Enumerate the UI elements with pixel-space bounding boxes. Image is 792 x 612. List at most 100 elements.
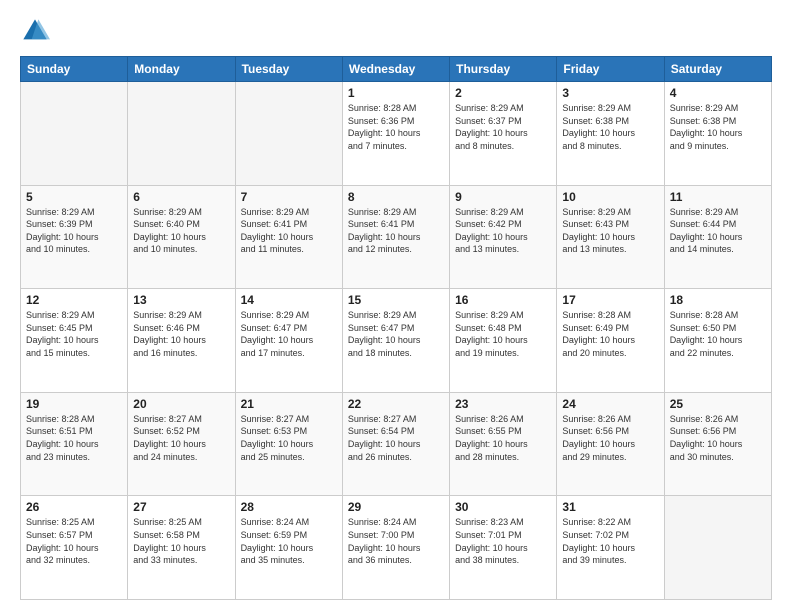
day-detail: Sunrise: 8:29 AM Sunset: 6:39 PM Dayligh… — [26, 206, 122, 256]
day-detail: Sunrise: 8:29 AM Sunset: 6:38 PM Dayligh… — [562, 102, 658, 152]
day-detail: Sunrise: 8:25 AM Sunset: 6:57 PM Dayligh… — [26, 516, 122, 566]
calendar-day-cell: 1 Sunrise: 8:28 AM Sunset: 6:36 PM Daylig… — [342, 82, 449, 186]
day-detail: Sunrise: 8:28 AM Sunset: 6:49 PM Dayligh… — [562, 309, 658, 359]
calendar-day-cell: 30Sunrise: 8:23 AM Sunset: 7:01 PM Dayli… — [450, 496, 557, 600]
day-number: 30 — [455, 500, 551, 514]
day-number: 21 — [241, 397, 337, 411]
logo-icon — [20, 16, 50, 46]
day-detail: Sunrise: 8:28 AM Sunset: 6:36 PM Dayligh… — [348, 102, 444, 152]
day-number: 18 — [670, 293, 766, 307]
day-number: 24 — [562, 397, 658, 411]
calendar-day-cell: 31 Sunrise: 8:22 AM Sunset: 7:02 PM Dayli… — [557, 496, 664, 600]
calendar-day-cell: 15 Sunrise: 8:29 AM Sunset: 6:47 PM Dayli… — [342, 289, 449, 393]
calendar-week-row: 1 Sunrise: 8:28 AM Sunset: 6:36 PM Daylig… — [21, 82, 772, 186]
weekday-header-friday: Friday — [557, 57, 664, 82]
day-number: 4 — [670, 86, 766, 100]
calendar-day-cell: 14Sunrise: 8:29 AM Sunset: 6:47 PM Dayli… — [235, 289, 342, 393]
day-detail: Sunrise: 8:26 AM Sunset: 6:56 PM Dayligh… — [670, 413, 766, 463]
day-number: 25 — [670, 397, 766, 411]
day-number: 3 — [562, 86, 658, 100]
day-number: 1 — [348, 86, 444, 100]
calendar-day-cell: 29Sunrise: 8:24 AM Sunset: 7:00 PM Dayli… — [342, 496, 449, 600]
day-detail: Sunrise: 8:25 AM Sunset: 6:58 PM Dayligh… — [133, 516, 229, 566]
day-number: 22 — [348, 397, 444, 411]
day-detail: Sunrise: 8:22 AM Sunset: 7:02 PM Dayligh… — [562, 516, 658, 566]
calendar-week-row: 12 Sunrise: 8:29 AM Sunset: 6:45 PM Dayli… — [21, 289, 772, 393]
calendar-week-row: 5 Sunrise: 8:29 AM Sunset: 6:39 PM Daylig… — [21, 185, 772, 289]
day-number: 17 — [562, 293, 658, 307]
calendar-day-cell: 25 Sunrise: 8:26 AM Sunset: 6:56 PM Dayli… — [664, 392, 771, 496]
day-detail: Sunrise: 8:29 AM Sunset: 6:40 PM Dayligh… — [133, 206, 229, 256]
calendar-day-cell: 8 Sunrise: 8:29 AM Sunset: 6:41 PM Daylig… — [342, 185, 449, 289]
calendar-day-cell: 26 Sunrise: 8:25 AM Sunset: 6:57 PM Dayli… — [21, 496, 128, 600]
day-detail: Sunrise: 8:29 AM Sunset: 6:48 PM Dayligh… — [455, 309, 551, 359]
logo — [20, 16, 54, 46]
calendar-day-cell: 23 Sunrise: 8:26 AM Sunset: 6:55 PM Dayli… — [450, 392, 557, 496]
page: SundayMondayTuesdayWednesdayThursdayFrid… — [0, 0, 792, 612]
day-number: 23 — [455, 397, 551, 411]
day-number: 28 — [241, 500, 337, 514]
day-number: 31 — [562, 500, 658, 514]
day-detail: Sunrise: 8:27 AM Sunset: 6:52 PM Dayligh… — [133, 413, 229, 463]
day-detail: Sunrise: 8:29 AM Sunset: 6:44 PM Dayligh… — [670, 206, 766, 256]
day-detail: Sunrise: 8:26 AM Sunset: 6:55 PM Dayligh… — [455, 413, 551, 463]
day-detail: Sunrise: 8:29 AM Sunset: 6:45 PM Dayligh… — [26, 309, 122, 359]
calendar-day-cell — [128, 82, 235, 186]
day-detail: Sunrise: 8:29 AM Sunset: 6:47 PM Dayligh… — [348, 309, 444, 359]
day-number: 14 — [241, 293, 337, 307]
day-detail: Sunrise: 8:29 AM Sunset: 6:38 PM Dayligh… — [670, 102, 766, 152]
calendar-day-cell: 12 Sunrise: 8:29 AM Sunset: 6:45 PM Dayli… — [21, 289, 128, 393]
day-detail: Sunrise: 8:27 AM Sunset: 6:53 PM Dayligh… — [241, 413, 337, 463]
day-number: 9 — [455, 190, 551, 204]
calendar-day-cell: 5 Sunrise: 8:29 AM Sunset: 6:39 PM Daylig… — [21, 185, 128, 289]
weekday-header-monday: Monday — [128, 57, 235, 82]
calendar-day-cell: 3 Sunrise: 8:29 AM Sunset: 6:38 PM Daylig… — [557, 82, 664, 186]
calendar-day-cell: 6 Sunrise: 8:29 AM Sunset: 6:40 PM Daylig… — [128, 185, 235, 289]
day-detail: Sunrise: 8:29 AM Sunset: 6:37 PM Dayligh… — [455, 102, 551, 152]
day-number: 5 — [26, 190, 122, 204]
calendar-day-cell: 21 Sunrise: 8:27 AM Sunset: 6:53 PM Dayli… — [235, 392, 342, 496]
day-number: 13 — [133, 293, 229, 307]
weekday-header-saturday: Saturday — [664, 57, 771, 82]
calendar-day-cell: 11Sunrise: 8:29 AM Sunset: 6:44 PM Dayli… — [664, 185, 771, 289]
day-detail: Sunrise: 8:29 AM Sunset: 6:46 PM Dayligh… — [133, 309, 229, 359]
header — [20, 16, 772, 46]
calendar-day-cell: 9 Sunrise: 8:29 AM Sunset: 6:42 PM Daylig… — [450, 185, 557, 289]
day-number: 15 — [348, 293, 444, 307]
day-detail: Sunrise: 8:29 AM Sunset: 6:43 PM Dayligh… — [562, 206, 658, 256]
calendar-day-cell: 4 Sunrise: 8:29 AM Sunset: 6:38 PM Daylig… — [664, 82, 771, 186]
day-detail: Sunrise: 8:29 AM Sunset: 6:41 PM Dayligh… — [241, 206, 337, 256]
day-detail: Sunrise: 8:29 AM Sunset: 6:41 PM Dayligh… — [348, 206, 444, 256]
calendar-day-cell — [664, 496, 771, 600]
day-number: 20 — [133, 397, 229, 411]
day-number: 12 — [26, 293, 122, 307]
weekday-header-thursday: Thursday — [450, 57, 557, 82]
day-detail: Sunrise: 8:28 AM Sunset: 6:51 PM Dayligh… — [26, 413, 122, 463]
weekday-header-tuesday: Tuesday — [235, 57, 342, 82]
day-number: 29 — [348, 500, 444, 514]
weekday-header-wednesday: Wednesday — [342, 57, 449, 82]
calendar-day-cell — [235, 82, 342, 186]
calendar-day-cell: 18Sunrise: 8:28 AM Sunset: 6:50 PM Dayli… — [664, 289, 771, 393]
day-number: 19 — [26, 397, 122, 411]
calendar-day-cell: 16 Sunrise: 8:29 AM Sunset: 6:48 PM Dayli… — [450, 289, 557, 393]
calendar-day-cell — [21, 82, 128, 186]
calendar-day-cell: 13 Sunrise: 8:29 AM Sunset: 6:46 PM Dayli… — [128, 289, 235, 393]
day-detail: Sunrise: 8:29 AM Sunset: 6:42 PM Dayligh… — [455, 206, 551, 256]
day-number: 16 — [455, 293, 551, 307]
day-number: 7 — [241, 190, 337, 204]
day-detail: Sunrise: 8:27 AM Sunset: 6:54 PM Dayligh… — [348, 413, 444, 463]
day-detail: Sunrise: 8:24 AM Sunset: 6:59 PM Dayligh… — [241, 516, 337, 566]
weekday-header-row: SundayMondayTuesdayWednesdayThursdayFrid… — [21, 57, 772, 82]
day-number: 2 — [455, 86, 551, 100]
calendar-day-cell: 28 Sunrise: 8:24 AM Sunset: 6:59 PM Dayli… — [235, 496, 342, 600]
calendar-day-cell: 10Sunrise: 8:29 AM Sunset: 6:43 PM Dayli… — [557, 185, 664, 289]
calendar-table: SundayMondayTuesdayWednesdayThursdayFrid… — [20, 56, 772, 600]
calendar-day-cell: 20 Sunrise: 8:27 AM Sunset: 6:52 PM Dayli… — [128, 392, 235, 496]
day-number: 6 — [133, 190, 229, 204]
calendar-day-cell: 27Sunrise: 8:25 AM Sunset: 6:58 PM Dayli… — [128, 496, 235, 600]
calendar-week-row: 26 Sunrise: 8:25 AM Sunset: 6:57 PM Dayli… — [21, 496, 772, 600]
day-number: 8 — [348, 190, 444, 204]
day-number: 26 — [26, 500, 122, 514]
calendar-day-cell: 7 Sunrise: 8:29 AM Sunset: 6:41 PM Daylig… — [235, 185, 342, 289]
